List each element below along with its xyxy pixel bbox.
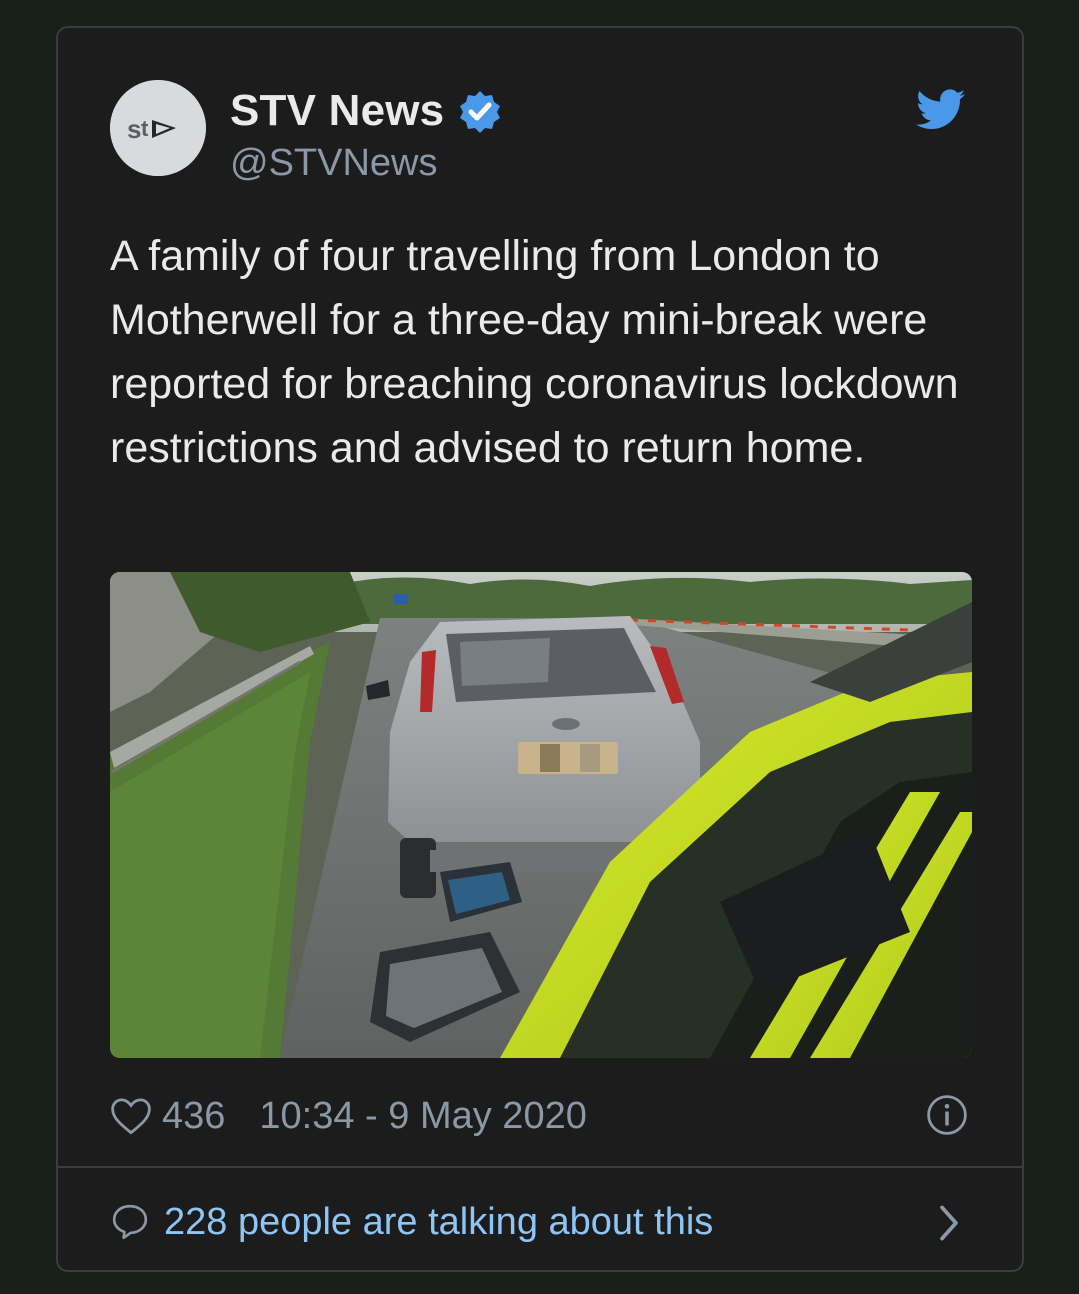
heart-icon[interactable] — [110, 1096, 152, 1136]
tweet-text: A family of four travelling from London … — [110, 232, 959, 472]
tweet-card[interactable]: s t STV News @STVNews A family of four t… — [56, 26, 1024, 1272]
avatar[interactable]: s t — [110, 80, 206, 176]
twitter-bird-icon[interactable] — [916, 88, 966, 132]
author-handle[interactable]: @STVNews — [230, 142, 438, 185]
divider — [58, 1166, 1022, 1168]
speech-bubble-icon — [112, 1204, 148, 1240]
tweet-meta: 436 10:34 - 9 May 2020 — [110, 1092, 587, 1140]
conversation-label[interactable]: 228 people are talking about this — [164, 1201, 713, 1244]
tweet-photo[interactable] — [110, 572, 972, 1058]
like-count[interactable]: 436 — [162, 1095, 225, 1138]
author-name[interactable]: STV News — [230, 86, 444, 136]
conversation-link[interactable]: 228 people are talking about this — [110, 1196, 713, 1248]
police-car-photo — [110, 572, 972, 1058]
info-icon[interactable] — [926, 1094, 968, 1136]
verified-badge-icon — [460, 91, 500, 133]
tweet-timestamp[interactable]: 10:34 - 9 May 2020 — [259, 1095, 586, 1138]
stv-logo-icon: s t — [110, 80, 206, 176]
svg-text:t: t — [141, 116, 149, 141]
chevron-right-icon[interactable] — [936, 1204, 962, 1242]
svg-text:s: s — [127, 114, 141, 144]
